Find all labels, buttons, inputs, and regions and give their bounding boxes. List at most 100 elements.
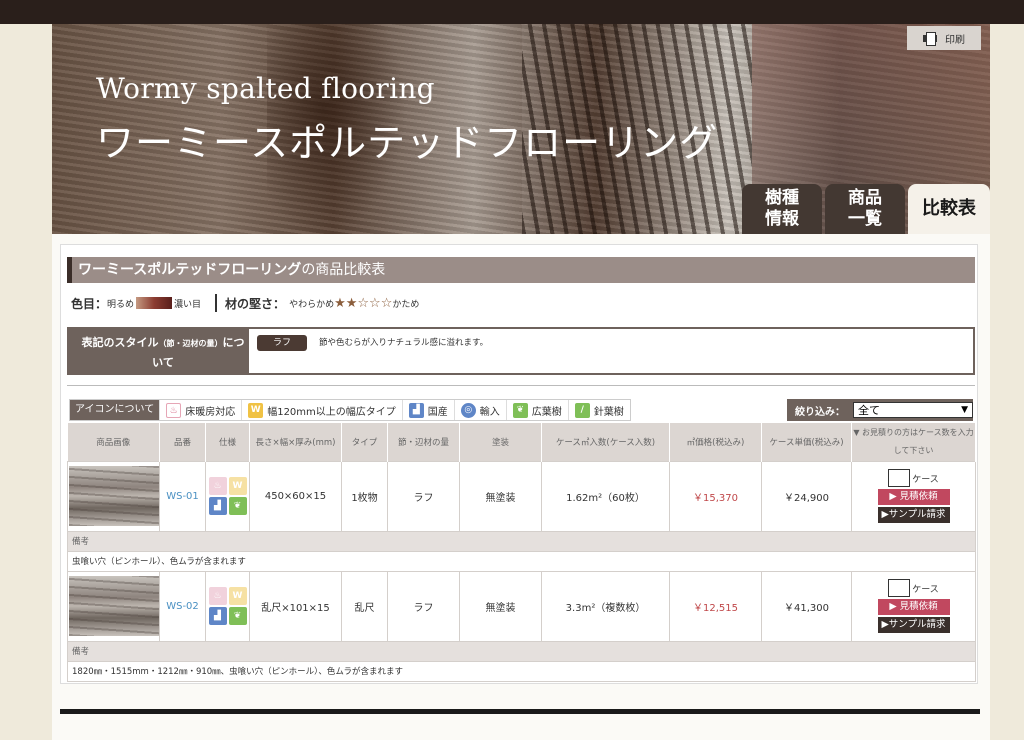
note-text: 1820㎜・1515mm・1212㎜・910㎜、虫喰い穴（ピンホール）、色ムラが… — [67, 660, 976, 682]
style-box: 表記のスタイル（節・辺材の量）について ラフ 節や色むらが入りナチュラル感に溢れ… — [67, 327, 975, 375]
knots-cell: ラフ — [387, 570, 460, 642]
tab-label: 比較表 — [922, 198, 976, 219]
size-cell: 乱尺×101×15 — [249, 570, 342, 642]
tab-comparison[interactable]: 比較表 — [908, 184, 990, 234]
knots-cell: ラフ — [387, 460, 460, 532]
icon-item-heating: ♨ 床暖房対応 — [159, 400, 241, 420]
broadleaf-icon: ❦ — [228, 497, 247, 515]
tab-label: 樹種 情報 — [765, 188, 799, 229]
icon-item-label: 床暖房対応 — [185, 406, 236, 418]
wide-icon: W — [248, 402, 264, 418]
finish-cell: 無塗装 — [459, 460, 542, 532]
col-header: 仕様 — [205, 423, 250, 461]
case-quantity-input[interactable] — [888, 579, 911, 597]
case-price-cell: ￥41,300 — [761, 570, 852, 642]
heating-icon: ♨ — [208, 587, 227, 605]
quote-button[interactable]: ▶ 見積依頼 — [877, 489, 950, 505]
sqm-price-cell: ￥12,515 — [669, 570, 762, 642]
style-label: 表記のスタイル（節・辺材の量）について — [69, 329, 249, 373]
section-title-bold: ワーミースポルテッドフローリング — [78, 262, 302, 278]
case-quantity-input[interactable] — [888, 469, 911, 487]
color-label: 色目： — [71, 296, 108, 311]
right-margin — [990, 24, 1024, 740]
case-unit: ケース — [912, 474, 939, 485]
broadleaf-icon: ❦ — [512, 402, 528, 418]
icon-item-label: 輸入 — [479, 406, 500, 418]
case-qty-cell: 1.62m²（60枚） — [541, 460, 670, 532]
conifer-icon: / — [574, 402, 590, 418]
icon-item-broadleaf: ❦ 広葉樹 — [505, 400, 568, 420]
color-light: 明るめ — [107, 299, 135, 310]
filter-select[interactable]: 全て ▼ — [853, 402, 973, 418]
col-header: ▼ お見積りの方はケース数を入力して下さい — [851, 423, 976, 461]
heating-icon: ♨ — [208, 477, 227, 495]
col-header: ケース単価(税込み) — [761, 423, 852, 461]
note-label: 備考 — [67, 530, 976, 552]
print-button[interactable]: 印刷 — [907, 26, 981, 50]
size-cell: 450×60×15 — [249, 460, 342, 532]
import-icon: ◎ — [460, 402, 476, 418]
icon-item-conifer: / 針葉樹 — [567, 400, 630, 420]
product-image-cell — [67, 460, 160, 532]
icon-item-label: 幅120mm以上の幅広タイプ — [267, 406, 396, 418]
wide-icon: W — [228, 587, 247, 605]
icon-item-label: 針葉樹 — [593, 406, 624, 418]
sqm-price-cell: ￥15,370 — [669, 460, 762, 532]
divider — [67, 385, 975, 386]
sample-button[interactable]: ▶サンプル請求 — [877, 507, 950, 523]
col-header: タイプ — [341, 423, 388, 461]
spec-icons: ♨ W ▟ ❦ — [205, 570, 250, 642]
style-label-sub: （節・辺材の量） — [158, 339, 223, 348]
top-bar — [0, 0, 1024, 24]
heating-icon: ♨ — [166, 402, 182, 418]
actions-cell: ケース ▶ 見積依頼 ▶サンプル請求 — [851, 570, 976, 642]
col-header: 商品画像 — [67, 423, 160, 461]
tab-species-info[interactable]: 樹種 情報 — [742, 184, 822, 234]
icon-item-label: 国産 — [427, 406, 448, 418]
table-row: WS-01 ♨ W ▟ ❦ 450×60×15 1枚物 ラフ 無塗装 1.62m… — [67, 460, 976, 532]
section-title: ワーミースポルテッドフローリングの商品比較表 — [67, 257, 975, 283]
title-en: Wormy spalted flooring — [96, 72, 435, 105]
note-row: 1820㎜・1515mm・1212㎜・910㎜、虫喰い穴（ピンホール）、色ムラが… — [67, 660, 976, 682]
hardness-stars: ★★☆☆☆ — [334, 295, 393, 311]
case-unit: ケース — [912, 584, 939, 595]
about-icons-button[interactable]: アイコンについて — [70, 400, 160, 420]
chevron-down-icon: ▼ — [961, 405, 968, 415]
legend-row: 色目： 明るめ 濃い目 材の堅さ： やわらかめ ★★☆☆☆ かため — [71, 293, 951, 313]
icon-item-label: 広葉樹 — [531, 406, 562, 418]
product-code[interactable]: WS-02 — [159, 570, 206, 642]
style-description: 節や色むらが入りナチュラル感に溢れます。 — [319, 338, 489, 348]
note-header-row: 備考 — [67, 530, 976, 552]
icon-item-wide: W 幅120mm以上の幅広タイプ — [241, 400, 402, 420]
note-row: 虫喰い穴（ピンホール）、色ムラが含まれます — [67, 550, 976, 572]
product-image-cell — [67, 570, 160, 642]
note-text: 虫喰い穴（ピンホール）、色ムラが含まれます — [67, 550, 976, 572]
legend-divider — [215, 294, 218, 312]
product-image[interactable] — [68, 466, 159, 526]
product-code[interactable]: WS-01 — [159, 460, 206, 532]
case-qty-cell: 3.3m²（複数枚） — [541, 570, 670, 642]
col-header: ㎡価格(税込み) — [669, 423, 762, 461]
col-header: 節・辺材の量 — [387, 423, 460, 461]
sample-button[interactable]: ▶サンプル請求 — [877, 617, 950, 633]
broadleaf-icon: ❦ — [228, 607, 247, 625]
title-ja: ワーミースポルテッドフローリング — [96, 121, 719, 165]
style-content: ラフ 節や色むらが入りナチュラル感に溢れます。 — [249, 329, 973, 373]
product-image[interactable] — [68, 576, 159, 636]
filter-box: 絞り込み： 全て ▼ — [787, 399, 973, 421]
case-price-cell: ￥24,900 — [761, 460, 852, 532]
icon-item-domestic: ▟ 国産 — [401, 400, 454, 420]
note-header-row: 備考 — [67, 640, 976, 662]
wide-icon: W — [228, 477, 247, 495]
note-label: 備考 — [67, 640, 976, 662]
tab-product-list[interactable]: 商品 一覧 — [825, 184, 905, 234]
comparison-panel: ワーミースポルテッドフローリングの商品比較表 色目： 明るめ 濃い目 材の堅さ：… — [60, 244, 978, 684]
quote-button[interactable]: ▶ 見積依頼 — [877, 599, 950, 615]
rough-chip: ラフ — [257, 335, 307, 351]
domestic-icon: ▟ — [208, 497, 227, 515]
left-margin — [0, 24, 52, 740]
table-row: WS-02 ♨ W ▟ ❦ 乱尺×101×15 乱尺 ラフ 無塗装 3.3m²（… — [67, 570, 976, 642]
hero-banner: Wormy spalted flooring ワーミースポルテッドフローリング … — [52, 24, 990, 234]
filter-label: 絞り込み： — [795, 406, 845, 418]
type-cell: 1枚物 — [341, 460, 388, 532]
